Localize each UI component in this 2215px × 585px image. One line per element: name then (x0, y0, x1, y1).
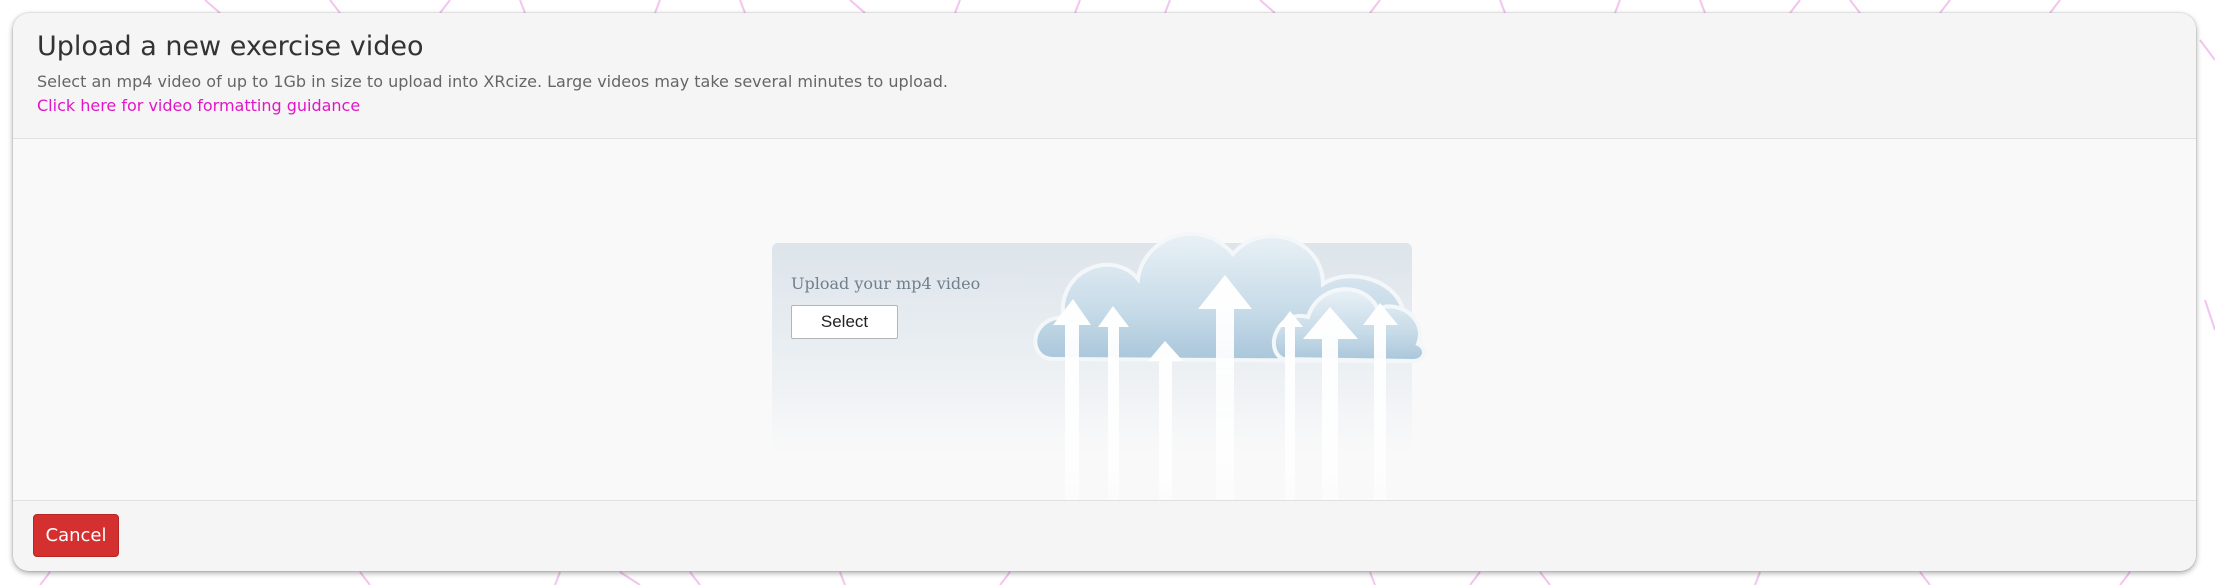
upload-label: Upload your mp4 video (791, 274, 981, 293)
modal-header: Upload a new exercise video Select an mp… (13, 13, 2196, 139)
upload-video-modal: Upload a new exercise video Select an mp… (13, 13, 2196, 571)
video-formatting-guidance-link[interactable]: Click here for video formatting guidance (37, 96, 360, 115)
cloud-upload-icon (1033, 231, 1426, 539)
cancel-button[interactable]: Cancel (33, 514, 119, 557)
modal-subtitle: Select an mp4 video of up to 1Gb in size… (37, 72, 948, 91)
modal-title: Upload a new exercise video (37, 31, 424, 62)
select-file-button[interactable]: Select (791, 305, 898, 339)
modal-body: Upload your mp4 video Select (13, 139, 2196, 539)
modal-footer: Cancel (13, 500, 2196, 571)
